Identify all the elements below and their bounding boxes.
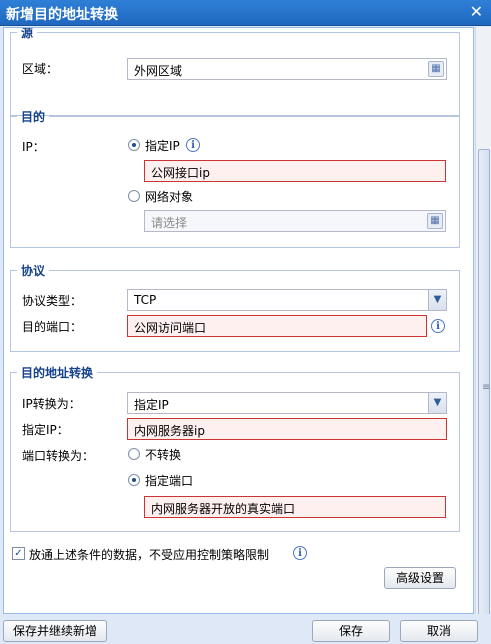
scrollbar[interactable]: ≡ (475, 27, 491, 629)
specify-ip-field-label: 指定IP： (22, 423, 69, 437)
specify-port-label: 指定端口 (145, 474, 194, 488)
cancel-button[interactable]: 取消 (400, 620, 478, 642)
bypass-checkbox[interactable]: ✓ (12, 547, 25, 560)
info-icon[interactable]: i (293, 546, 307, 560)
dnat-legend: 目的地址转换 (21, 366, 94, 380)
no-convert-label: 不转换 (145, 448, 182, 462)
ip-convert-value: 指定IP (134, 398, 169, 412)
destination-port-input[interactable]: 公网访问端口 (127, 315, 427, 337)
picker-icon[interactable]: ▦ (428, 61, 444, 77)
internal-port-input[interactable]: 内网服务器开放的真实端口 (144, 496, 446, 518)
radio-specify-port[interactable] (128, 474, 140, 486)
destination-legend: 目的 (21, 110, 46, 124)
internal-port-value: 内网服务器开放的真实端口 (151, 502, 296, 516)
ip-convert-select[interactable]: 指定IP ▼ (127, 392, 447, 414)
source-legend: 源 (21, 27, 34, 40)
destination-port-value: 公网访问端口 (134, 321, 207, 335)
zone-value: 外网区域 (134, 64, 183, 78)
radio-network-object[interactable] (128, 190, 140, 202)
info-icon[interactable]: i (431, 319, 445, 333)
chevron-down-icon[interactable]: ▼ (428, 393, 446, 413)
specify-ip-label: 指定IP (145, 139, 180, 153)
ip-convert-label: IP转换为： (22, 397, 81, 411)
save-button[interactable]: 保存 (312, 620, 390, 642)
destination-ip-value: 公网接口ip (151, 166, 210, 180)
internal-ip-input[interactable]: 内网服务器ip (127, 418, 447, 440)
dialog-content: 源 区域： 外网区域 ▦ 目的 IP： 指定IP i 公网接口ip 网络对象 请… (3, 27, 474, 614)
close-icon[interactable]: ✕ (470, 2, 483, 21)
picker-icon[interactable]: ▦ (427, 213, 443, 229)
info-icon[interactable]: i (186, 138, 200, 152)
protocol-legend: 协议 (21, 264, 46, 278)
button-bar: 保存并继续新增 保存 取消 (0, 614, 491, 644)
destination-ip-input[interactable]: 公网接口ip (144, 160, 446, 182)
network-object-label: 网络对象 (145, 190, 194, 204)
zone-field[interactable]: 外网区域 ▦ (127, 58, 447, 80)
protocol-type-select[interactable]: TCP ▼ (127, 289, 447, 311)
ip-label: IP： (22, 140, 45, 154)
internal-ip-value: 内网服务器ip (134, 424, 205, 438)
scroll-grip-icon: ≡ (482, 382, 491, 393)
scrollbar-thumb[interactable]: ≡ (478, 149, 490, 629)
advanced-settings-button[interactable]: 高级设置 (384, 567, 456, 589)
destination-port-label: 目的端口： (22, 320, 83, 334)
radio-specify-ip[interactable] (128, 139, 140, 151)
protocol-type-value: TCP (134, 293, 157, 307)
dialog-titlebar: 新增目的地址转换 ✕ (0, 0, 491, 26)
bypass-checkbox-label: 放通上述条件的数据，不受应用控制策略限制 (29, 548, 270, 562)
radio-no-convert[interactable] (128, 448, 140, 460)
network-object-placeholder: 请选择 (151, 216, 188, 230)
port-convert-label: 端口转换为： (22, 449, 95, 463)
network-object-select[interactable]: 请选择 ▦ (144, 210, 446, 232)
zone-label: 区域： (22, 62, 59, 76)
chevron-down-icon[interactable]: ▼ (428, 290, 446, 310)
save-continue-button[interactable]: 保存并继续新增 (3, 620, 107, 642)
dialog-title: 新增目的地址转换 (6, 7, 118, 23)
protocol-type-label: 协议类型： (22, 294, 83, 308)
